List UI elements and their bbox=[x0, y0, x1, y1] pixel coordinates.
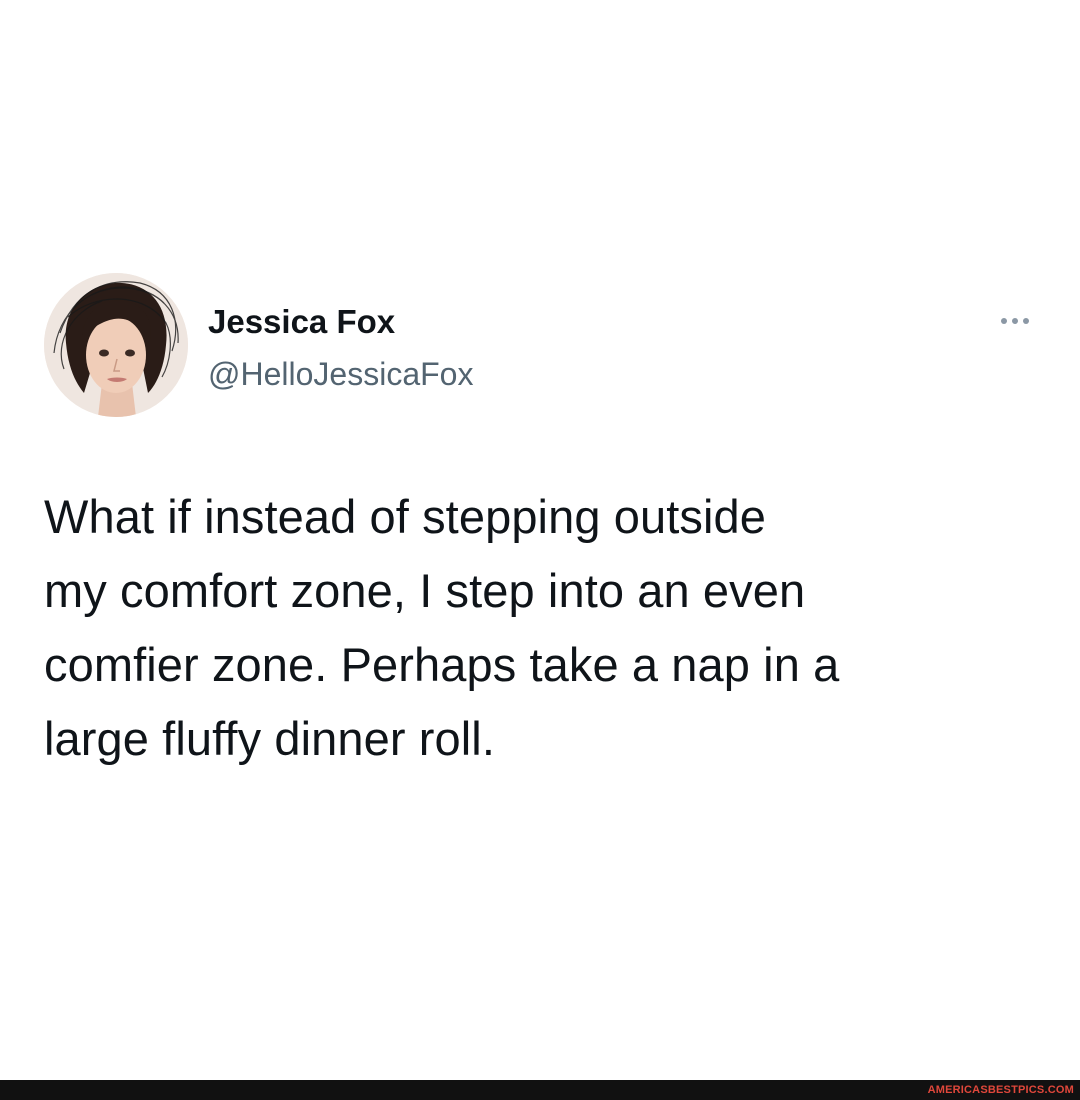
ellipsis-icon bbox=[1023, 318, 1029, 324]
profile-photo-icon bbox=[44, 273, 188, 417]
avatar[interactable] bbox=[44, 273, 188, 417]
author-handle[interactable]: @HelloJessicaFox bbox=[208, 354, 473, 394]
tweet-text-line: large fluffy dinner roll. bbox=[44, 712, 495, 765]
tweet-card: Jessica Fox @HelloJessicaFox What if ins… bbox=[0, 0, 1080, 1080]
more-options-button[interactable] bbox=[984, 306, 1046, 336]
tweet-text-line: comfier zone. Perhaps take a nap in a bbox=[44, 638, 840, 691]
author-display-name[interactable]: Jessica Fox bbox=[208, 302, 395, 342]
tweet-text-line: What if instead of stepping outside bbox=[44, 490, 766, 543]
footer-bar: AMERICASBESTPICS.COM bbox=[0, 1080, 1080, 1100]
watermark: AMERICASBESTPICS.COM bbox=[927, 1084, 1074, 1096]
ellipsis-icon bbox=[1001, 318, 1007, 324]
tweet-text-line: my comfort zone, I step into an even bbox=[44, 564, 806, 617]
tweet-text: What if instead of stepping outside my c… bbox=[44, 480, 1044, 776]
ellipsis-icon bbox=[1012, 318, 1018, 324]
